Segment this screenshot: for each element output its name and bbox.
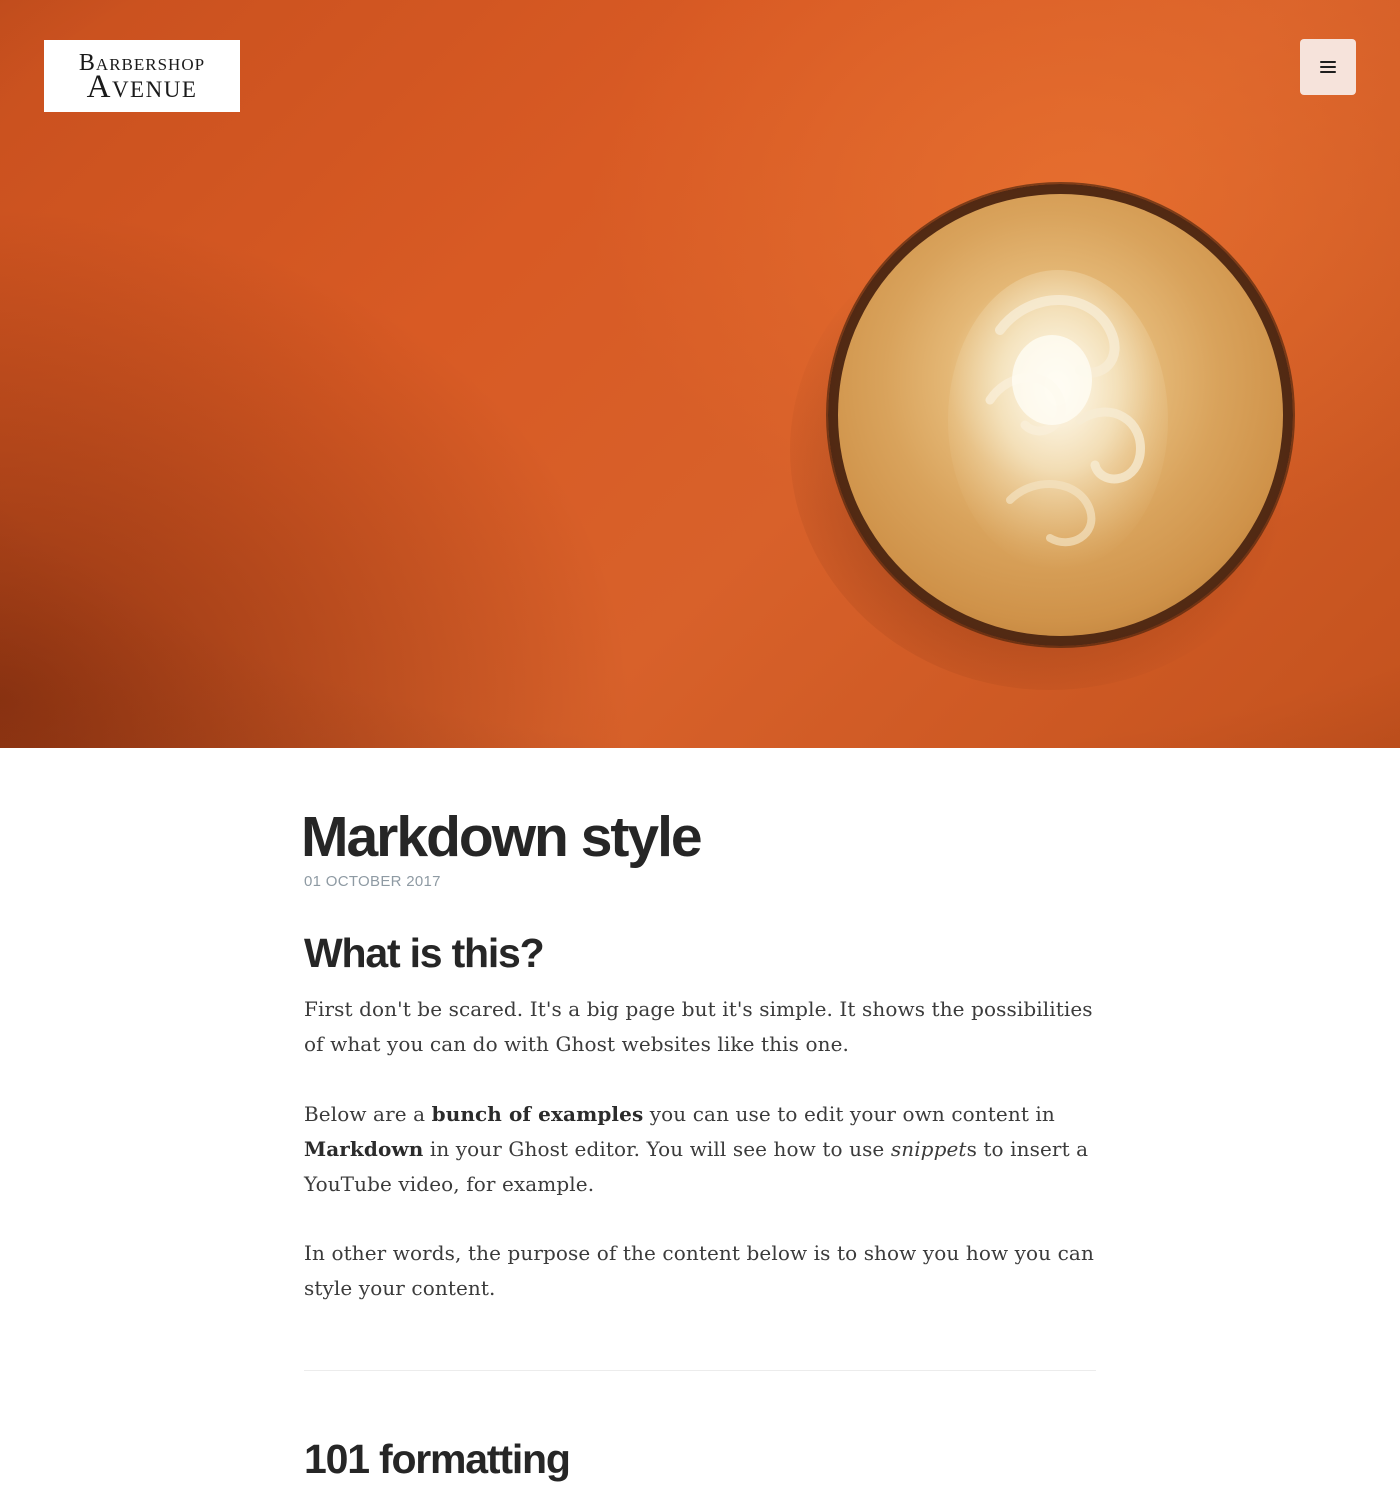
section-heading-what-is-this: What is this? [304, 930, 545, 976]
section-heading-101-formatting: 101 formatting [304, 1436, 571, 1482]
paragraph-examples: Below are a bunch of examples you can us… [304, 1097, 1096, 1202]
paragraph-text: you can use to edit your own content in [643, 1102, 1055, 1126]
menu-button[interactable] [1300, 39, 1356, 95]
paragraph-purpose: In other words, the purpose of the conte… [304, 1236, 1096, 1306]
paragraph-text: In other words, the purpose of the conte… [304, 1241, 1094, 1300]
post-date: 01 OCTOBER 2017 [304, 873, 441, 890]
post-title: Markdown style [301, 805, 703, 869]
section-divider [304, 1370, 1096, 1371]
paragraph-text: in your Ghost editor. You will see how t… [423, 1137, 891, 1161]
site-logo[interactable]: Barbershop Avenue [44, 40, 240, 112]
hamburger-menu-icon [1320, 61, 1336, 73]
bold-text: Markdown [304, 1137, 424, 1161]
paragraph-text: Below are a [304, 1102, 432, 1126]
paragraph-intro: First don't be scared. It's a big page b… [304, 992, 1096, 1062]
hero-image [0, 0, 1400, 748]
hero-vignette [0, 0, 1400, 748]
bold-text: bunch of examples [431, 1102, 644, 1126]
italic-text: snippet [890, 1137, 967, 1161]
paragraph-text: First don't be scared. It's a big page b… [304, 997, 1093, 1056]
logo-line2: Avenue [86, 68, 198, 105]
